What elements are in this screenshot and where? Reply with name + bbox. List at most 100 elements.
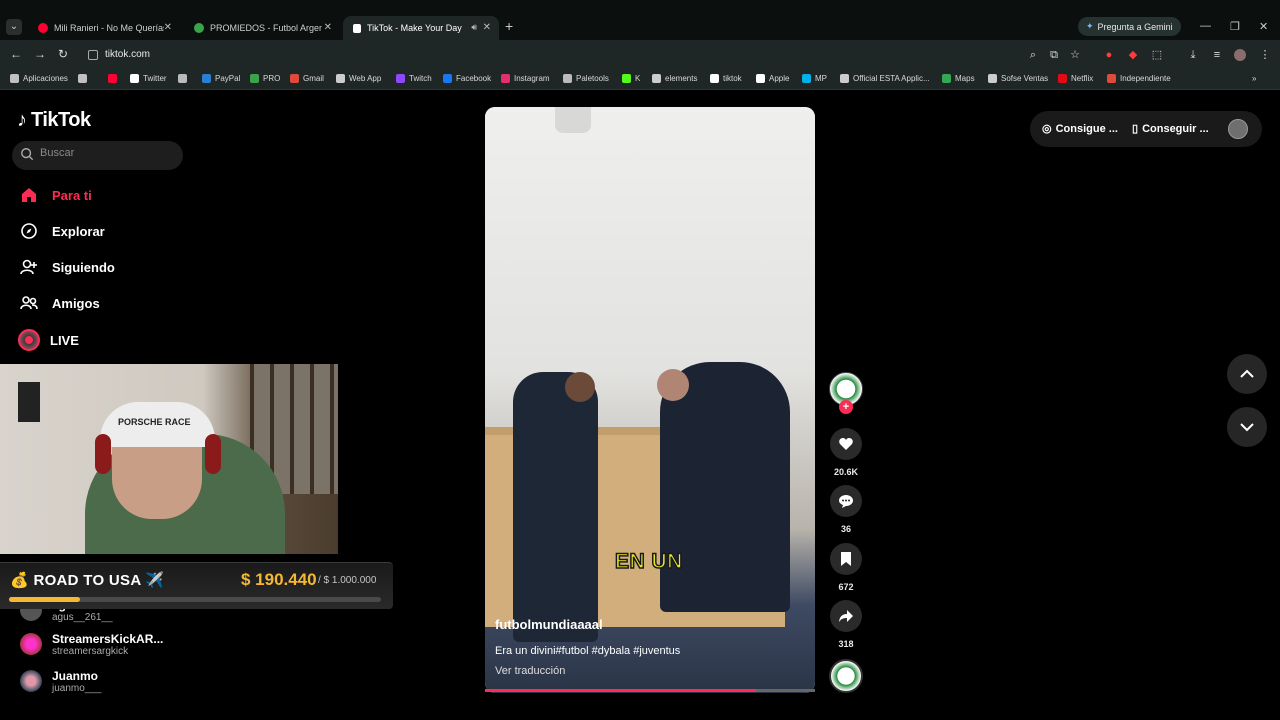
bookmark-item[interactable]: Paletools [563, 74, 609, 83]
person-right-head [657, 369, 689, 401]
bookmark-item[interactable]: K [622, 74, 640, 83]
hanging-shirt [18, 382, 40, 422]
close-tab-icon[interactable]: ✕ [164, 22, 172, 33]
nav-explorar[interactable]: Explorar [20, 219, 105, 243]
following-item[interactable]: Juanmo juanmo___ [20, 664, 101, 698]
bookmark-item[interactable]: Twitch [396, 74, 432, 83]
close-tab-icon[interactable]: ✕ [483, 22, 491, 33]
profile-avatar[interactable] [1234, 49, 1246, 61]
bookmark-item[interactable]: Official ESTA Applic... [840, 74, 930, 83]
youtube-icon [38, 23, 48, 33]
search-icon [21, 148, 34, 161]
bookmark-favicon-icon [10, 74, 19, 83]
gemini-button[interactable]: ✦ Pregunta a Gemini [1078, 17, 1181, 36]
video-progress-fill [485, 689, 756, 692]
bookmark-favicon-icon [443, 74, 452, 83]
media-icon[interactable]: ≡ [1211, 49, 1223, 61]
bookmark-item[interactable]: Netflix [1058, 74, 1093, 83]
save-button[interactable] [830, 543, 862, 575]
goal-progress-fill [9, 597, 80, 602]
bookmark-item[interactable]: Maps [942, 74, 975, 83]
bookmark-favicon-icon [756, 74, 765, 83]
install-app-icon[interactable]: ⧉ [1048, 49, 1060, 61]
video-progress-bar[interactable] [485, 689, 815, 692]
tab-youtube[interactable]: Mili Ranieri - No Me Querías A ✕ [28, 16, 180, 40]
bookmark-item[interactable] [108, 74, 117, 83]
bookmark-item[interactable]: Web App [336, 74, 381, 83]
extension-tag-icon[interactable]: ◆ [1127, 49, 1139, 61]
close-tab-icon[interactable]: ✕ [324, 22, 332, 33]
forward-icon[interactable]: → [34, 47, 46, 61]
bookmark-item[interactable]: Apple [756, 74, 789, 83]
bookmark-item[interactable]: Facebook [443, 74, 491, 83]
close-window-icon[interactable]: ✕ [1259, 20, 1268, 33]
bookmark-item[interactable]: elements [652, 74, 697, 83]
get-coins-button[interactable]: ◎ Consigue ... [1042, 122, 1118, 136]
tab-tiktok[interactable]: TikTok - Make Your Day 🔊︎ ✕ [343, 16, 499, 40]
video-author[interactable]: futbolmundiaaaal [495, 617, 603, 632]
bookmark-favicon-icon [178, 74, 187, 83]
back-icon[interactable]: ← [10, 47, 22, 61]
reload-icon[interactable]: ↻ [58, 47, 68, 61]
see-translation-link[interactable]: Ver traducción [495, 665, 565, 677]
bookmark-item[interactable] [178, 74, 187, 83]
nav-live[interactable]: LIVE [18, 328, 79, 352]
bookmark-item[interactable]: MP [802, 74, 827, 83]
music-disc[interactable] [829, 659, 863, 693]
bookmark-item[interactable]: Independiente [1107, 74, 1171, 83]
url-bar[interactable]: tiktok.com [83, 45, 1093, 65]
bookmark-item[interactable]: Sofse Ventas [988, 74, 1048, 83]
following-item[interactable]: StreamersKickAR... streamersargkick [20, 627, 163, 661]
user-avatar[interactable] [1228, 119, 1248, 139]
extensions-icon[interactable]: ⬚ [1151, 49, 1163, 61]
bookmark-item[interactable]: PRO [250, 74, 280, 83]
extension-red-icon[interactable]: ● [1103, 49, 1115, 61]
video-player[interactable] [485, 107, 815, 693]
minimize-icon[interactable]: — [1200, 20, 1211, 32]
bookmark-item[interactable]: Instagram [501, 74, 550, 83]
person-left-head [565, 372, 595, 402]
home-icon [20, 186, 38, 204]
download-icon[interactable]: ⤓ [1187, 49, 1199, 61]
person-left [513, 372, 598, 642]
bookmark-item[interactable] [78, 74, 87, 83]
speaker-icon[interactable]: 🔊︎ [471, 22, 477, 33]
share-icon [839, 610, 853, 622]
bookmark-item[interactable]: tiktok [710, 74, 742, 83]
nav-para-ti[interactable]: Para ti [20, 183, 92, 207]
site-info-icon[interactable] [88, 50, 98, 60]
bookmark-favicon-icon [130, 74, 139, 83]
comment-icon [839, 495, 853, 508]
bookmark-item[interactable]: Gmail [290, 74, 324, 83]
search-box[interactable] [12, 141, 183, 170]
video-description[interactable]: Era un divini#futbol #dybala #juventus [495, 645, 680, 657]
get-app-button[interactable]: ▯ Conseguir ... [1132, 122, 1209, 136]
bookmark-favicon-icon [501, 74, 510, 83]
search-input[interactable] [40, 147, 170, 159]
avatar [20, 633, 42, 655]
new-tab-button[interactable]: + [505, 18, 513, 34]
next-video-button[interactable] [1227, 407, 1267, 447]
nav-amigos[interactable]: Amigos [20, 291, 100, 315]
bookmark-item[interactable]: Twitter [130, 74, 167, 83]
tab-promiedos[interactable]: PROMIEDOS - Futbol Argentino ✕ [184, 16, 340, 40]
more-bookmarks-icon[interactable]: » [1252, 74, 1256, 83]
tab-search-button[interactable]: ⌄ [6, 19, 22, 35]
restore-icon[interactable]: ❐ [1230, 20, 1240, 33]
comment-button[interactable] [830, 485, 862, 517]
previous-video-button[interactable] [1227, 354, 1267, 394]
bookmark-star-icon[interactable]: ☆ [1069, 49, 1081, 61]
nav-siguiendo[interactable]: Siguiendo [20, 255, 115, 279]
bookmark-favicon-icon [396, 74, 405, 83]
bookmark-favicon-icon [108, 74, 117, 83]
menu-dots-icon[interactable]: ⋮ [1259, 49, 1271, 61]
bookmark-favicon-icon [988, 74, 997, 83]
like-button[interactable] [830, 428, 862, 460]
bookmark-favicon-icon [78, 74, 87, 83]
tiktok-logo[interactable]: ♪ TikTok [17, 109, 91, 132]
bookmark-item[interactable]: PayPal [202, 74, 240, 83]
share-button[interactable] [830, 600, 862, 632]
follow-plus-button[interactable]: + [839, 400, 853, 414]
bookmark-item[interactable]: Aplicaciones [10, 74, 68, 83]
zoom-icon[interactable]: ⌕ [1027, 49, 1039, 61]
